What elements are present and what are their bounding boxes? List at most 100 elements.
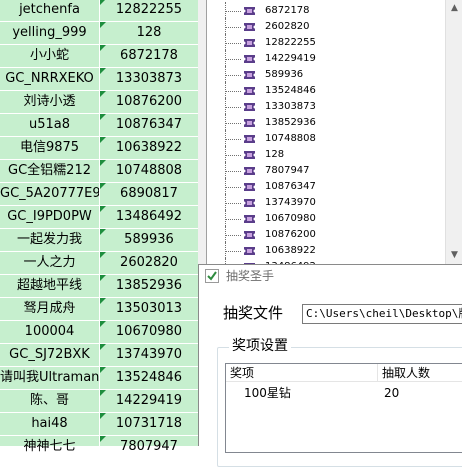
tree-branch	[225, 219, 241, 220]
column-header-prize[interactable]: 奖项	[226, 364, 378, 382]
id-cell[interactable]: 6872178	[100, 45, 198, 68]
name-cell[interactable]: GC_I9PD0PW	[0, 206, 100, 229]
id-cell[interactable]: 10638922	[100, 137, 198, 160]
id-cell[interactable]: 13503013	[100, 298, 198, 321]
sheet-row: 100004 10670980	[0, 321, 198, 344]
id-cell[interactable]: 13852936	[100, 275, 198, 298]
scroll-up-button[interactable]: ▲	[446, 0, 462, 17]
tree-item-label: 10876347	[265, 181, 316, 192]
name-cell[interactable]: 电信9875	[0, 137, 100, 160]
ticket-icon	[244, 247, 255, 255]
name-cell[interactable]: GC_NRRXEKO	[0, 68, 100, 91]
name-cell[interactable]: jetchenfa	[0, 0, 100, 22]
sheet-row: 电信9875 10638922	[0, 137, 198, 160]
id-cell[interactable]: 10876200	[100, 91, 198, 114]
id-cell[interactable]: 13743970	[100, 344, 198, 367]
name-cell[interactable]: GC_SJ72BXK	[0, 344, 100, 367]
ticket-icon	[244, 135, 255, 143]
id-cell[interactable]: 10748808	[100, 160, 198, 183]
tree-item-label: 7807947	[265, 165, 310, 176]
tree-branch	[225, 171, 241, 172]
name-cell[interactable]: 请叫我Ultraman	[0, 367, 100, 390]
tree-item-label: 6872178	[265, 5, 310, 16]
sheet-row: GC_NRRXEKO 13303873	[0, 68, 198, 91]
member-tree-list[interactable]: 6872178 2602820 12822255 14229419 589936 1352…	[206, 0, 462, 276]
name-cell[interactable]: 刘诗小透	[0, 91, 100, 114]
name-cell[interactable]: GC全铝糯212	[0, 160, 100, 183]
name-cell[interactable]: 小小蛇	[0, 45, 100, 68]
sheet-row: GC_SJ72BXK 13743970	[0, 344, 198, 367]
id-cell[interactable]: 7807947	[100, 436, 198, 459]
id-cell[interactable]: 2602820	[100, 252, 198, 275]
ticket-icon	[244, 87, 255, 95]
file-label: 抽奖文件	[223, 304, 284, 322]
tree-item-label: 10748808	[265, 133, 316, 144]
name-cell[interactable]: 神神七七	[0, 436, 100, 459]
sheet-row: hai48 10731718	[0, 413, 198, 436]
scroll-down-button[interactable]: ▼	[446, 247, 462, 264]
lottery-dialog: 抽奖圣手 抽奖文件 C:\Users\cheil\Desktop\版块 奖项设置…	[198, 264, 462, 467]
tree-item-label: 14229419	[265, 53, 316, 64]
name-cell[interactable]: u51a8	[0, 114, 100, 137]
id-cell[interactable]: 14229419	[100, 390, 198, 413]
id-cell[interactable]: 13524846	[100, 367, 198, 390]
tree-branch	[225, 251, 241, 252]
id-cell[interactable]: 13486492	[100, 206, 198, 229]
name-cell[interactable]: 一人之力	[0, 252, 100, 275]
name-cell[interactable]: yelling_999	[0, 22, 100, 45]
name-cell[interactable]: 超越地平线	[0, 275, 100, 298]
dialog-title: 抽奖圣手	[226, 269, 275, 283]
tree-item-label: 10670980	[265, 213, 316, 224]
dialog-titlebar[interactable]: 抽奖圣手	[199, 265, 462, 287]
id-cell[interactable]: 128	[100, 22, 198, 45]
id-cell[interactable]: 10670980	[100, 321, 198, 344]
name-cell[interactable]: 100004	[0, 321, 100, 344]
id-cell[interactable]: 10876347	[100, 114, 198, 137]
ticket-icon	[244, 199, 255, 207]
tree-item-label: 13303873	[265, 101, 316, 112]
name-cell[interactable]: 一起发力我	[0, 229, 100, 252]
tree-branch	[225, 155, 241, 156]
ticket-icon	[244, 167, 255, 175]
sheet-row: 小小蛇 6872178	[0, 45, 198, 68]
tree-branch	[225, 75, 241, 76]
ticket-icon	[244, 55, 255, 63]
sheet-row: 陈、哥 14229419	[0, 390, 198, 413]
ticket-icon	[244, 103, 255, 111]
sheet-row: yelling_999 128	[0, 22, 198, 45]
name-cell[interactable]: 驽月成舟	[0, 298, 100, 321]
sheet-row: 刘诗小透 10876200	[0, 91, 198, 114]
ticket-icon	[244, 23, 255, 31]
tree-item-label: 2602820	[265, 21, 310, 32]
sheet-row: u51a8 10876347	[0, 114, 198, 137]
tree-scrollbar[interactable]: ▲ ▼	[445, 0, 462, 264]
sheet-row: GC_5A20777E93B6890817	[0, 183, 198, 206]
name-cell[interactable]: GC_5A20777E93B	[0, 183, 100, 206]
ticket-icon	[244, 39, 255, 47]
file-path-input[interactable]: C:\Users\cheil\Desktop\版块	[302, 304, 462, 324]
tree-item-label: 12822255	[265, 37, 316, 48]
tree-item-label: 13852936	[265, 117, 316, 128]
tree-branch	[225, 27, 241, 28]
tree-item-label: 13743970	[265, 197, 316, 208]
tree-item-label: 10638922	[265, 245, 316, 256]
tree-branch	[225, 91, 241, 92]
ticket-icon	[244, 231, 255, 239]
id-cell[interactable]: 6890817	[100, 183, 198, 206]
tree-branch	[225, 11, 241, 12]
tree-branch	[225, 43, 241, 44]
ticket-icon	[244, 183, 255, 191]
count-cell[interactable]: 20	[384, 385, 399, 401]
prize-cell[interactable]: 100星钻	[244, 385, 291, 401]
tree-item-label: 10876200	[265, 229, 316, 240]
id-cell[interactable]: 10731718	[100, 413, 198, 436]
id-cell[interactable]: 589936	[100, 229, 198, 252]
column-header-count[interactable]: 抽取人数	[378, 364, 462, 382]
ticket-icon	[244, 71, 255, 79]
id-cell[interactable]: 13303873	[100, 68, 198, 91]
prize-table[interactable]: 奖项 抽取人数 100星钻 20	[225, 363, 462, 453]
tree-branch	[225, 59, 241, 60]
name-cell[interactable]: 陈、哥	[0, 390, 100, 413]
id-cell[interactable]: 12822255	[100, 0, 198, 22]
name-cell[interactable]: hai48	[0, 413, 100, 436]
